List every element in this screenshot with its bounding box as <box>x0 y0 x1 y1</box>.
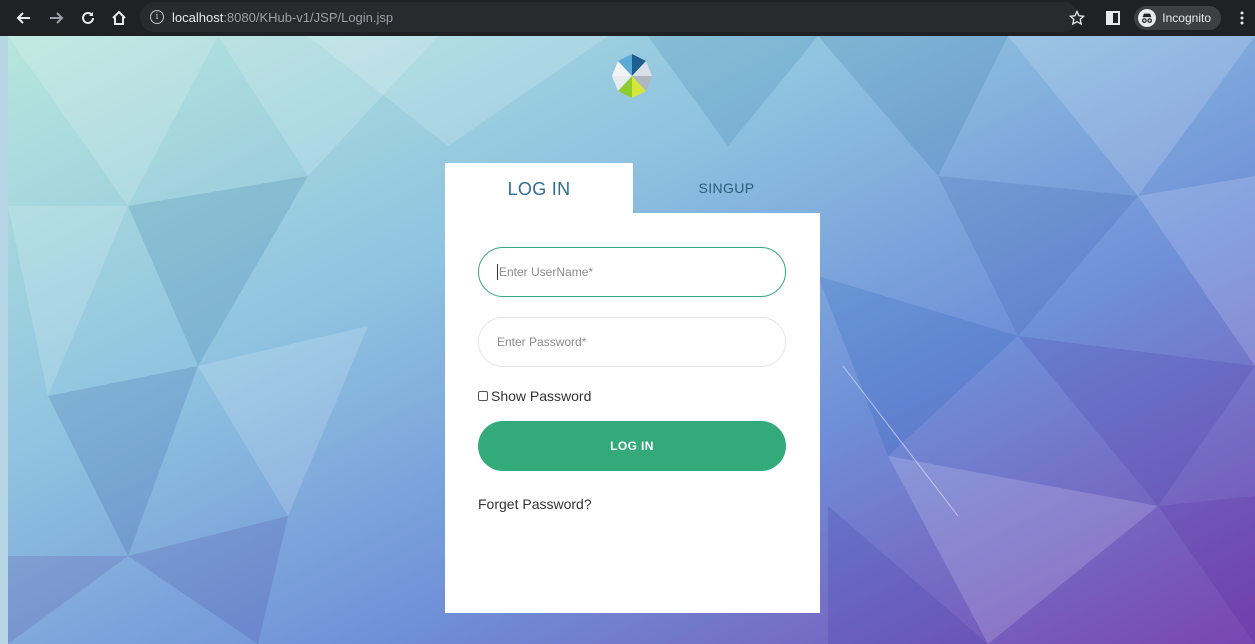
home-icon[interactable] <box>108 7 130 29</box>
address-bar[interactable]: i localhost:8080/KHub-v1/JSP/Login.jsp <box>140 2 1078 32</box>
login-button[interactable]: LOG IN <box>478 421 786 471</box>
logo-icon <box>612 54 652 98</box>
url-text[interactable]: localhost:8080/KHub-v1/JSP/Login.jsp <box>172 10 393 25</box>
show-password-toggle[interactable]: Show Password <box>478 388 591 404</box>
browser-toolbar: i localhost:8080/KHub-v1/JSP/Login.jsp I… <box>0 0 1255 36</box>
page-left-edge <box>0 36 8 644</box>
password-placeholder: Enter Password* <box>497 335 587 349</box>
text-caret <box>497 264 498 280</box>
kebab-menu-icon[interactable] <box>1231 7 1253 29</box>
tab-signup[interactable]: SINGUP <box>633 163 820 213</box>
username-input[interactable]: Enter UserName* <box>478 247 786 297</box>
reload-icon[interactable] <box>77 7 99 29</box>
login-page: LOG IN SINGUP Enter UserName* Enter Pass… <box>8 36 1255 644</box>
username-placeholder: Enter UserName* <box>499 265 594 279</box>
incognito-label: Incognito <box>1162 11 1211 25</box>
forward-arrow-icon[interactable] <box>45 7 67 29</box>
star-icon[interactable] <box>1066 7 1088 29</box>
back-arrow-icon[interactable] <box>13 7 35 29</box>
url-path: :8080/KHub-v1/JSP/Login.jsp <box>223 9 394 25</box>
url-host: localhost <box>172 9 224 25</box>
show-password-label: Show Password <box>491 388 592 404</box>
incognito-icon <box>1138 9 1157 27</box>
info-icon[interactable]: i <box>150 10 164 24</box>
show-password-checkbox[interactable] <box>478 391 488 401</box>
login-card: Enter UserName* Enter Password* Show Pas… <box>445 213 820 613</box>
side-panel-icon[interactable] <box>1102 7 1124 29</box>
password-input[interactable]: Enter Password* <box>478 317 786 367</box>
incognito-badge[interactable]: Incognito <box>1134 6 1221 30</box>
forget-password-link[interactable]: Forget Password? <box>478 496 592 512</box>
tab-login[interactable]: LOG IN <box>445 163 633 215</box>
